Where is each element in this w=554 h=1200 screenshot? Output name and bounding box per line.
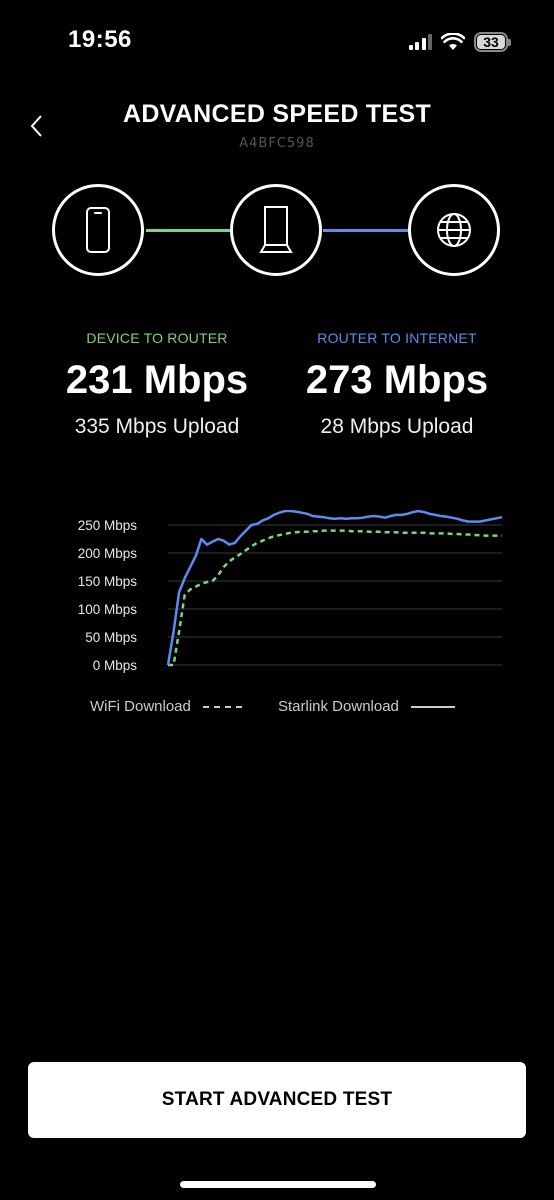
legend-wifi: WiFi Download: [90, 698, 243, 715]
battery-level: 33: [483, 34, 499, 50]
y-tick-label: 0 Mbps: [93, 658, 138, 673]
legend-starlink-swatch: [410, 705, 455, 708]
status-time: 19:56: [68, 26, 132, 53]
router-to-internet-stat: ROUTER TO INTERNET 273 Mbps 28 Mbps Uplo…: [277, 330, 517, 439]
device-to-router-speed: 231 Mbps: [65, 358, 249, 402]
y-tick-label: 100 Mbps: [78, 602, 138, 617]
start-advanced-test-button[interactable]: START ADVANCED TEST: [28, 1062, 526, 1138]
legend-starlink-label: Starlink Download: [278, 698, 399, 715]
phone-node: [52, 184, 144, 276]
router-internet-link: [323, 229, 409, 232]
device-to-router-upload: 335 Mbps Upload: [74, 415, 240, 438]
home-indicator: [180, 1181, 376, 1188]
device-to-router-stat: DEVICE TO ROUTER 231 Mbps 335 Mbps Uploa…: [37, 330, 277, 439]
y-tick-label: 150 Mbps: [78, 574, 138, 589]
legend-wifi-swatch: [202, 705, 243, 708]
device-serial: A4BFC598: [239, 136, 315, 151]
battery-icon: 33: [474, 32, 511, 52]
status-bar: 19:56 33: [0, 0, 554, 80]
speed-chart: 250 Mbps 200 Mbps 150 Mbps 100 Mbps 50 Mbps 0…: [78, 510, 503, 673]
router-to-internet-upload: 28 Mbps Upload: [320, 415, 474, 438]
wifi-icon: [441, 33, 465, 50]
device-to-router-label: DEVICE TO ROUTER: [86, 330, 228, 346]
router-node: [230, 184, 322, 276]
y-tick-label: 200 Mbps: [78, 546, 138, 561]
router-icon: [259, 206, 293, 253]
device-router-link: [146, 229, 232, 232]
legend-wifi-label: WiFi Download: [90, 698, 191, 715]
router-to-internet-label: ROUTER TO INTERNET: [317, 330, 477, 346]
signal-icon: [408, 34, 432, 50]
router-to-internet-speed: 273 Mbps: [305, 358, 489, 402]
chart-legend: WiFi Download Starlink Download: [0, 698, 554, 720]
y-tick-label: 250 Mbps: [78, 518, 138, 533]
globe-icon: [437, 213, 471, 247]
internet-node: [408, 184, 500, 276]
page-title: ADVANCED SPEED TEST: [122, 100, 432, 128]
y-tick-label: 50 Mbps: [85, 630, 137, 645]
status-icons: 33: [408, 30, 511, 54]
phone-icon: [86, 207, 110, 253]
wifi-download-line: [168, 529, 502, 667]
legend-starlink: Starlink Download: [278, 698, 455, 715]
